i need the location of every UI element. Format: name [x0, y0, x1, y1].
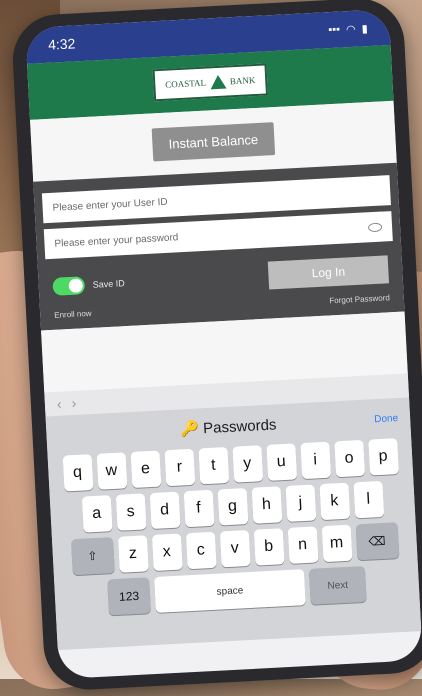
key[interactable]: s: [115, 493, 147, 531]
save-id-group: Save ID: [52, 274, 125, 296]
password-placeholder: Please enter your password: [54, 231, 179, 250]
shift-key-icon[interactable]: ⇧: [70, 537, 115, 576]
key[interactable]: n: [287, 526, 319, 564]
instant-balance-button[interactable]: Instant Balance: [151, 121, 275, 161]
key[interactable]: p: [367, 438, 399, 476]
login-button[interactable]: Log In: [267, 255, 390, 290]
smartphone: 4:32 ▪▪▪ ◠ ▮ COASTAL BANK Instant Balanc…: [10, 0, 422, 692]
logo-text-right: BANK: [229, 75, 256, 87]
key[interactable]: x: [151, 533, 183, 572]
status-icons: ▪▪▪ ◠ ▮: [328, 22, 368, 37]
battery-icon: ▮: [361, 22, 369, 35]
key-icon: 🔑: [179, 420, 204, 439]
key[interactable]: k: [318, 482, 350, 521]
key[interactable]: q: [62, 454, 93, 492]
key[interactable]: a: [81, 495, 113, 533]
key[interactable]: j: [285, 484, 316, 522]
logo-text-left: COASTAL: [164, 77, 207, 90]
space-key[interactable]: space: [154, 569, 306, 613]
key[interactable]: v: [219, 529, 251, 568]
save-id-label: Save ID: [92, 278, 125, 290]
save-id-toggle[interactable]: [52, 276, 86, 296]
sail-icon: [209, 74, 227, 90]
next-field-icon[interactable]: ›: [71, 395, 77, 411]
key[interactable]: d: [149, 491, 181, 530]
key[interactable]: h: [251, 486, 282, 524]
phone-screen: 4:32 ▪▪▪ ◠ ▮ COASTAL BANK Instant Balanc…: [25, 8, 422, 680]
key[interactable]: o: [333, 439, 365, 478]
signal-icon: ▪▪▪: [328, 23, 341, 37]
key[interactable]: i: [299, 441, 331, 480]
key[interactable]: c: [185, 531, 217, 570]
key[interactable]: t: [197, 446, 229, 485]
done-button[interactable]: Done: [374, 412, 398, 424]
keyboard: 🔑 Passwords Done q w e r t y u i o p a s…: [45, 397, 422, 651]
key[interactable]: b: [253, 528, 285, 566]
passwords-suggestion[interactable]: Passwords: [203, 416, 277, 437]
key[interactable]: f: [183, 489, 214, 528]
key[interactable]: e: [130, 450, 161, 489]
key[interactable]: g: [217, 488, 248, 526]
eye-icon[interactable]: [367, 222, 383, 232]
next-key[interactable]: Next: [308, 565, 367, 605]
key[interactable]: z: [117, 535, 149, 573]
previous-field-icon[interactable]: ‹: [56, 396, 62, 412]
numbers-key[interactable]: 123: [107, 577, 151, 616]
key[interactable]: u: [265, 443, 297, 481]
status-time: 4:32: [47, 35, 76, 53]
forgot-password-link[interactable]: Forgot Password: [329, 293, 390, 305]
login-panel: Please enter your User ID Please enter y…: [33, 162, 405, 331]
key[interactable]: w: [96, 452, 127, 490]
bank-logo: COASTAL BANK: [152, 63, 269, 102]
key[interactable]: y: [231, 445, 263, 483]
key[interactable]: l: [352, 480, 384, 519]
key[interactable]: m: [321, 524, 353, 563]
wifi-icon: ◠: [345, 23, 356, 36]
enroll-link[interactable]: Enroll now: [54, 309, 92, 320]
user-id-placeholder: Please enter your User ID: [52, 196, 168, 214]
key[interactable]: r: [163, 448, 195, 487]
delete-key-icon[interactable]: ⌫: [355, 522, 399, 561]
